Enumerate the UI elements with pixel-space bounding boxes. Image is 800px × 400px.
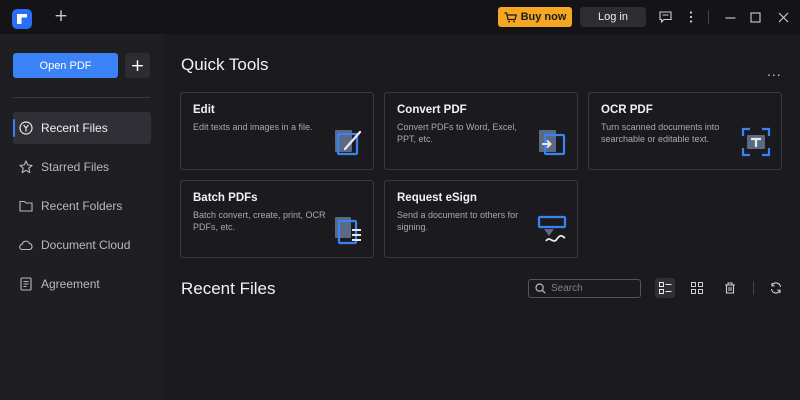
sidebar: Open PDF + Recent Files Starred Files Re… <box>0 34 164 400</box>
edit-icon <box>335 130 362 156</box>
close-icon[interactable] <box>774 8 792 26</box>
tool-card-title: Request eSign <box>397 192 477 204</box>
ocr-icon <box>741 127 771 157</box>
sidebar-divider <box>13 97 150 98</box>
sidebar-item-agreement[interactable]: Agreement <box>13 268 151 300</box>
recent-icon <box>19 121 33 135</box>
sidebar-item-starred-files[interactable]: Starred Files <box>13 151 151 183</box>
sidebar-item-document-cloud[interactable]: Document Cloud <box>13 229 151 261</box>
feedback-icon[interactable] <box>656 8 674 26</box>
recent-files-divider <box>753 281 754 295</box>
tool-card-title: Convert PDF <box>397 104 467 116</box>
sidebar-item-label: Document Cloud <box>41 238 131 252</box>
grid-view-button[interactable] <box>687 278 707 298</box>
tool-card-desc: Send a document to others for signing. <box>397 210 519 232</box>
buy-now-label: Buy now <box>520 11 567 23</box>
star-icon <box>19 160 33 174</box>
buy-now-button[interactable]: Buy now <box>498 7 572 27</box>
title-bar: + Buy now Log in <box>0 0 800 34</box>
sidebar-item-label: Recent Files <box>41 121 108 135</box>
open-pdf-button[interactable]: Open PDF <box>13 53 118 78</box>
grid-view-icon <box>691 282 703 294</box>
app-logo-icon[interactable] <box>12 9 32 29</box>
tool-card-desc: Convert PDFs to Word, Excel, PPT, etc. <box>397 122 517 144</box>
search-field[interactable] <box>528 279 641 298</box>
tool-card-convert-pdf[interactable]: Convert PDF Convert PDFs to Word, Excel,… <box>384 92 578 170</box>
sidebar-item-label: Agreement <box>41 277 100 291</box>
tool-card-batch-pdfs[interactable]: Batch PDFs Batch convert, create, print,… <box>180 180 374 258</box>
convert-icon <box>539 130 566 156</box>
quick-tools-title: Quick Tools <box>181 55 269 74</box>
delete-icon <box>725 282 735 294</box>
sidebar-item-label: Recent Folders <box>41 199 123 213</box>
recent-files-title: Recent Files <box>181 279 276 298</box>
clear-list-button[interactable] <box>720 278 740 298</box>
search-input[interactable] <box>551 283 631 294</box>
folder-icon <box>19 199 33 213</box>
add-button[interactable]: + <box>125 53 150 78</box>
esign-icon <box>537 215 567 242</box>
cart-icon <box>504 11 517 22</box>
login-button[interactable]: Log in <box>580 7 646 27</box>
more-vertical-icon[interactable] <box>682 8 700 26</box>
tool-card-desc: Edit texts and images in a file. <box>193 122 313 132</box>
tool-card-title: Batch PDFs <box>193 192 258 204</box>
agreement-icon <box>19 277 33 291</box>
sidebar-item-label: Starred Files <box>41 160 110 174</box>
new-tab-button[interactable]: + <box>52 7 70 25</box>
tool-card-request-esign[interactable]: Request eSign Send a document to others … <box>384 180 578 258</box>
refresh-icon <box>770 282 782 294</box>
sidebar-item-recent-files[interactable]: Recent Files <box>13 112 151 144</box>
more-horizontal-icon[interactable]: ... <box>767 63 782 79</box>
main-content: Quick Tools ... Edit Edit texts and imag… <box>164 34 800 400</box>
tool-card-edit[interactable]: Edit Edit texts and images in a file. <box>180 92 374 170</box>
list-view-icon <box>658 282 671 294</box>
maximize-icon[interactable] <box>746 8 764 26</box>
search-icon <box>535 283 546 294</box>
minimize-icon[interactable] <box>721 8 739 26</box>
titlebar-divider <box>708 10 709 24</box>
sidebar-item-recent-folders[interactable]: Recent Folders <box>13 190 151 222</box>
tool-card-title: OCR PDF <box>601 104 653 116</box>
tool-card-desc: Batch convert, create, print, OCR PDFs, … <box>193 210 326 232</box>
cloud-icon <box>19 238 33 252</box>
tool-card-ocr-pdf[interactable]: OCR PDF Turn scanned documents into sear… <box>588 92 782 170</box>
tool-card-title: Edit <box>193 104 215 116</box>
list-view-button[interactable] <box>655 278 675 298</box>
batch-icon <box>335 217 361 245</box>
tool-card-desc: Turn scanned documents into searchable o… <box>601 122 720 144</box>
refresh-button[interactable] <box>766 278 786 298</box>
